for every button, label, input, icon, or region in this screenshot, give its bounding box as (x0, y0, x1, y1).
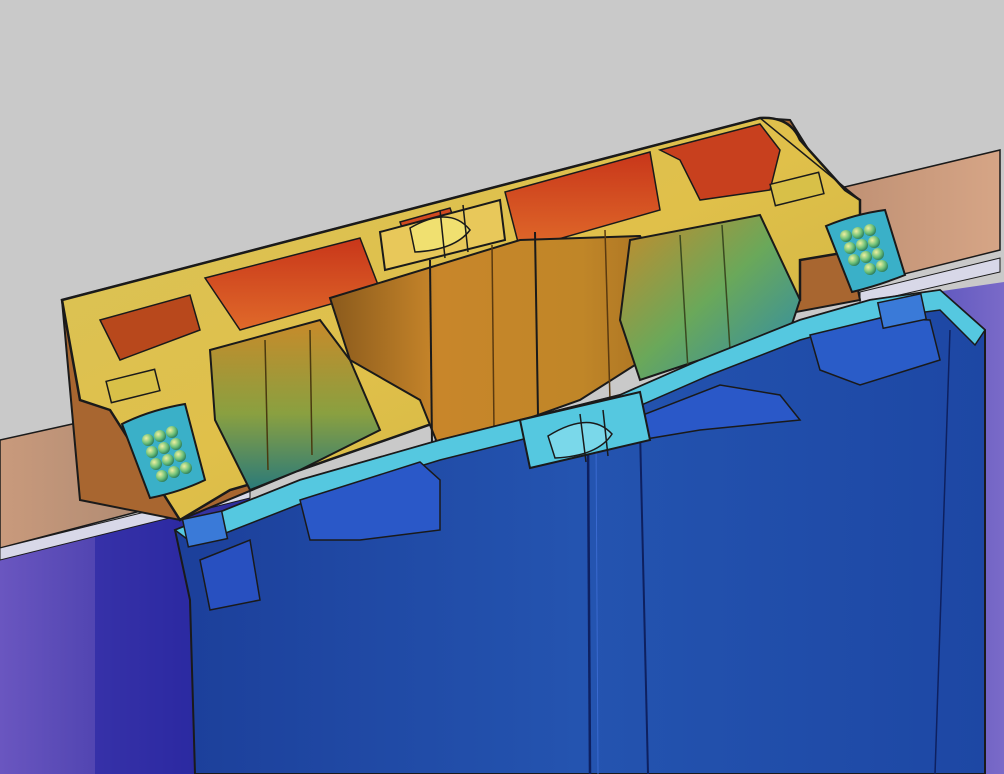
profile-render (0, 0, 1004, 774)
thermal-render-canvas (0, 0, 1004, 774)
